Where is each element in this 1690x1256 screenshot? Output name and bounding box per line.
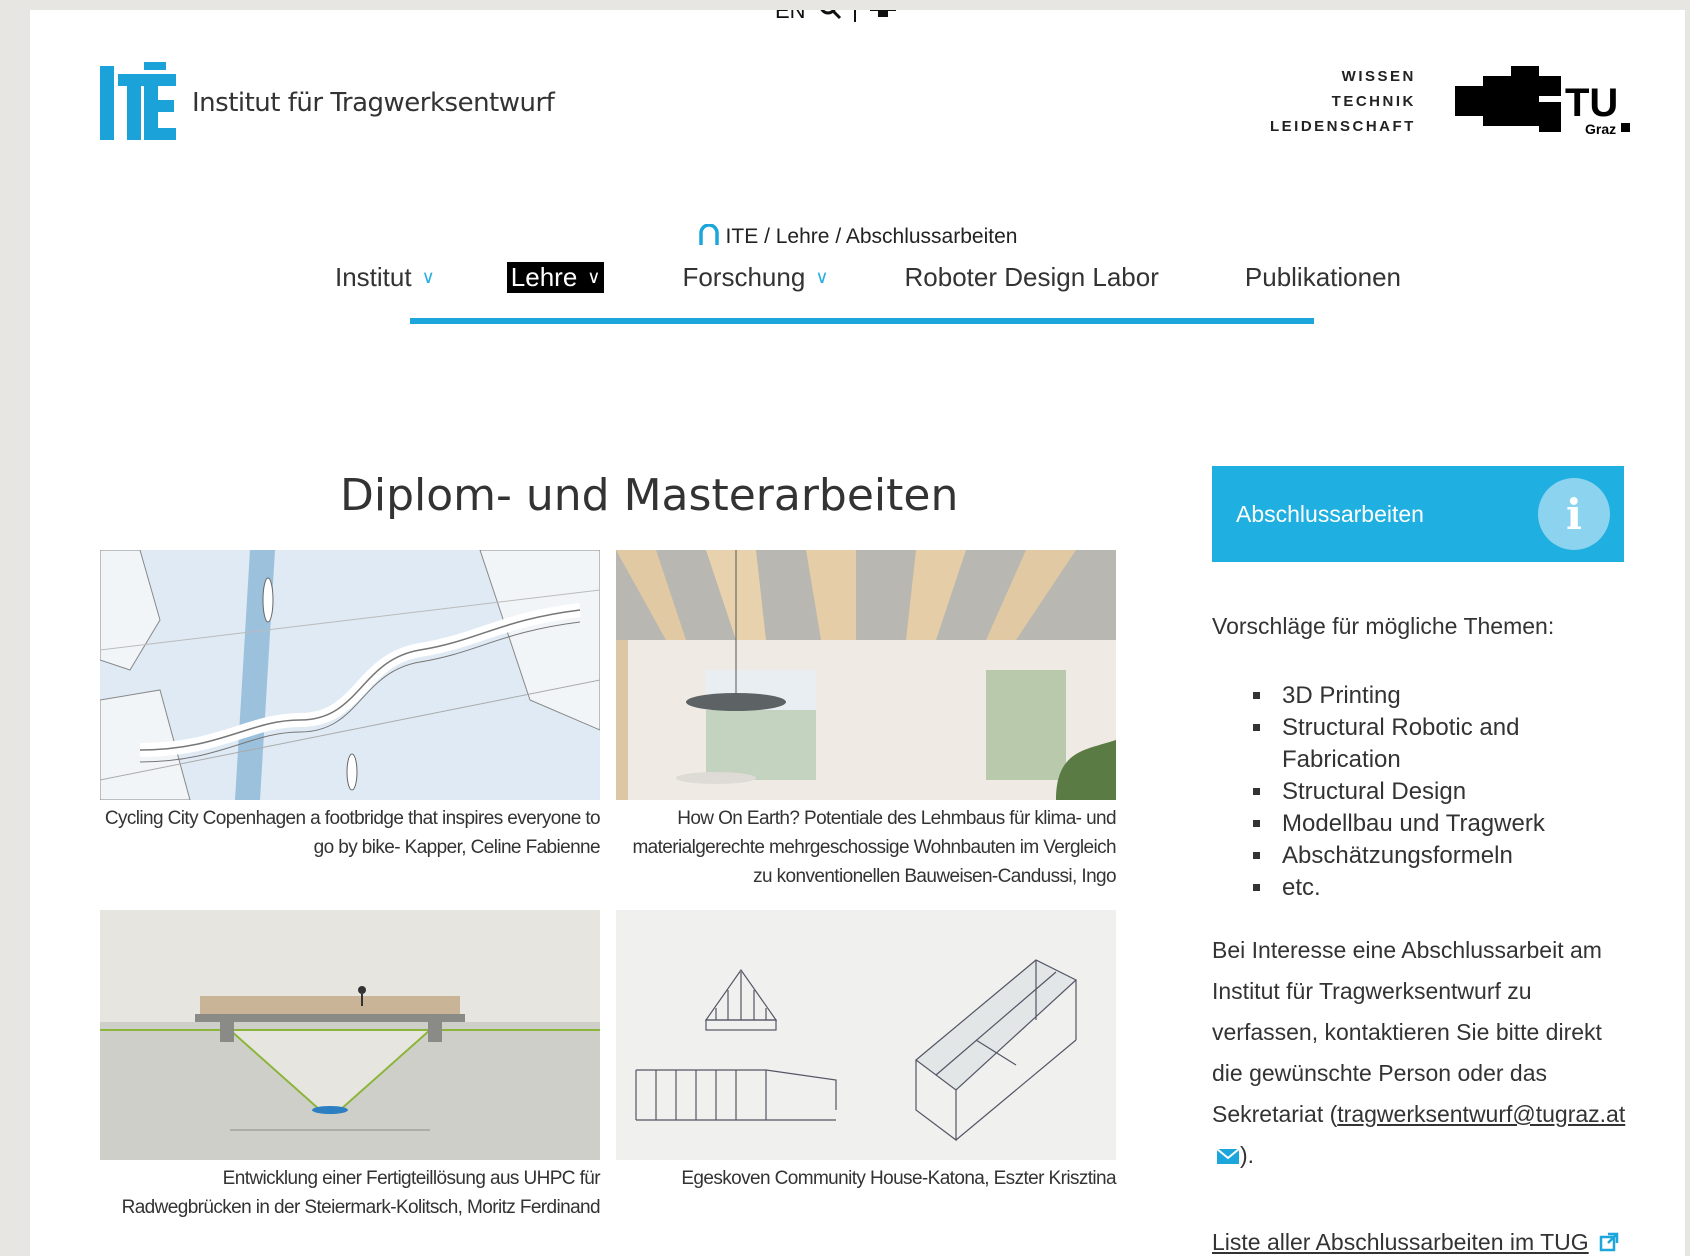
page-title: Diplom- und Masterarbeiten	[340, 470, 959, 521]
breadcrumb-item-lehre[interactable]: Lehre	[776, 225, 830, 248]
nav-label: Forschung	[682, 262, 806, 292]
search-icon[interactable]	[818, 10, 842, 26]
nav-label: Lehre	[510, 262, 578, 292]
page: EN Institut für Tragwerksentwurf WISSEN …	[30, 10, 1685, 1256]
sidebar-intro: Vorschläge für mögliche Themen:	[1212, 613, 1555, 639]
institute-name: Institut für Tragwerksentwurf	[192, 88, 555, 118]
tug-motto: WISSEN TECHNIK LEIDENSCHAFT	[1270, 64, 1416, 139]
nav-label: Publikationen	[1244, 262, 1402, 292]
language-switch[interactable]: EN	[775, 10, 806, 24]
login-icon[interactable]	[868, 10, 898, 25]
list-item: etc.	[1274, 872, 1614, 904]
nav-item-publikationen[interactable]: Publikationen	[1245, 262, 1401, 293]
nav-underline	[410, 318, 1314, 324]
list-item: Abschätzungsformeln	[1274, 840, 1614, 872]
chevron-down-icon: ∨	[421, 267, 435, 287]
sidebar-header: Abschlussarbeiten i	[1212, 466, 1624, 562]
main-nav: Institut ∨ Lehre ∨ Forschung ∨ Roboter Desi…	[335, 262, 1401, 293]
ite-logo-link[interactable]: Institut für Tragwerksentwurf	[100, 62, 555, 144]
email-link[interactable]: tragwerksentwurf@tugraz.at	[1337, 1101, 1625, 1127]
mail-icon	[1216, 1148, 1240, 1164]
contact-text: Bei Interesse eine Abschlussarbeit am In…	[1212, 937, 1602, 1127]
motto-line: LEIDENSCHAFT	[1270, 118, 1416, 135]
divider	[853, 10, 856, 22]
list-item: Structural Robotic and Fabrication	[1274, 712, 1614, 776]
project-caption[interactable]: Cycling City Copenhagen a footbridge tha…	[100, 804, 601, 862]
breadcrumb-item-current: Abschlussarbeiten	[845, 225, 1018, 248]
nav-label: Institut	[335, 262, 412, 292]
chevron-down-icon: ∨	[815, 267, 829, 287]
topic-list: 3D Printing Structural Robotic and Fabri…	[1274, 680, 1614, 904]
graz-label: Graz	[1585, 121, 1616, 137]
ite-logo-icon	[100, 62, 176, 140]
breadcrumb: ITE / Lehre / Abschlussarbeiten	[30, 223, 1685, 252]
project-caption[interactable]: Entwicklung einer Fertigteillösung aus U…	[100, 1164, 601, 1222]
project-image-bridge-section[interactable]	[100, 910, 600, 1160]
project-image-bridge-plan[interactable]	[100, 550, 600, 800]
project-image-structure-drawings[interactable]	[616, 910, 1116, 1160]
info-icon: i	[1538, 478, 1610, 550]
project-card[interactable]: Cycling City Copenhagen a footbridge tha…	[100, 550, 601, 862]
nav-label: Roboter Design Labor	[904, 262, 1159, 292]
nav-item-roboter-design-labor[interactable]: Roboter Design Labor	[905, 262, 1159, 293]
breadcrumb-separator: /	[764, 225, 770, 248]
tu-label: TU	[1565, 81, 1618, 125]
project-card[interactable]: How On Earth? Potentiale des Lehmbaus fü…	[616, 550, 1117, 891]
nav-item-lehre[interactable]: Lehre ∨	[506, 262, 605, 293]
sidebar-list-link-row: Liste aller Abschlussarbeiten im TUG	[1212, 1226, 1632, 1256]
breadcrumb-item-ite[interactable]: ITE	[726, 225, 759, 248]
external-link-icon	[1599, 1232, 1619, 1252]
tu-graz-logo[interactable]: TU Graz	[1455, 66, 1637, 146]
project-image-timber-interior[interactable]	[616, 550, 1116, 800]
nav-item-forschung[interactable]: Forschung ∨	[682, 262, 828, 293]
list-item: Structural Design	[1274, 776, 1614, 808]
project-caption[interactable]: How On Earth? Potentiale des Lehmbaus fü…	[616, 804, 1116, 891]
list-item: Modellbau und Tragwerk	[1274, 808, 1614, 840]
project-caption[interactable]: Egeskoven Community House-Katona, Eszter…	[616, 1164, 1116, 1193]
breadcrumb-separator: /	[835, 225, 842, 248]
sidebar-header-title: Abschlussarbeiten	[1236, 500, 1424, 527]
home-icon[interactable]	[698, 223, 720, 252]
chevron-down-icon: ∨	[587, 267, 601, 287]
sidebar-contact: Bei Interesse eine Abschlussarbeit am In…	[1212, 937, 1626, 1168]
all-theses-link[interactable]: Liste aller Abschlussarbeiten im TUG	[1212, 1229, 1589, 1255]
project-card[interactable]: Egeskoven Community House-Katona, Eszter…	[616, 910, 1117, 1193]
motto-line: TECHNIK	[1331, 93, 1416, 110]
utility-bar: EN	[775, 10, 898, 26]
motto-line: WISSEN	[1341, 68, 1416, 85]
nav-item-institut[interactable]: Institut ∨	[335, 262, 435, 293]
list-item: 3D Printing	[1274, 680, 1614, 712]
project-card[interactable]: Entwicklung einer Fertigteillösung aus U…	[100, 910, 601, 1222]
